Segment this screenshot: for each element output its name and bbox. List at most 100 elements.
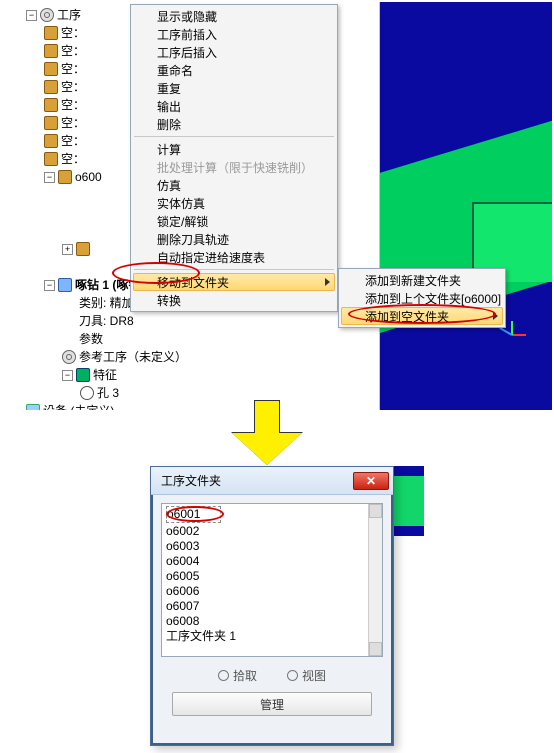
menu-label: 添加到空文件夹 — [365, 310, 449, 324]
menu-item-insert-before[interactable]: 工序前插入 — [133, 25, 335, 43]
tree-root-label: 工序 — [57, 6, 81, 24]
menu-item-compute[interactable]: 计算 — [133, 140, 335, 158]
process-icon — [40, 8, 54, 22]
tree-empty-label: 空： — [61, 150, 85, 168]
folder-icon — [76, 242, 90, 256]
menu-label: 自动指定进给速度表 — [157, 251, 265, 265]
menu-label: 重命名 — [157, 64, 193, 78]
collapse-icon[interactable]: − — [26, 10, 37, 21]
list-item[interactable]: o6005 — [166, 569, 378, 584]
scroll-down-icon[interactable] — [369, 642, 382, 656]
expand-icon[interactable]: + — [62, 244, 73, 255]
tree-device[interactable]: 设备 (未定义) — [10, 402, 379, 410]
folder-icon — [44, 44, 58, 58]
menu-item-autofeed[interactable]: 自动指定进给速度表 — [133, 248, 335, 266]
radio-view[interactable]: 视图 — [287, 667, 326, 684]
menu-label: 输出 — [157, 100, 181, 114]
tree-empty-label: 空： — [61, 24, 85, 42]
menu-item-output[interactable]: 输出 — [133, 97, 335, 115]
tree-refseq-label: 参考工序（未定义） — [79, 348, 187, 366]
folder-listbox[interactable]: o6001 o6002 o6003 o6004 o6005 o6006 o600… — [161, 503, 383, 657]
tree-hole[interactable]: 孔 3 — [10, 384, 379, 402]
menu-label: 仿真 — [157, 179, 181, 193]
list-item[interactable]: o6006 — [166, 584, 378, 599]
tree-empty-label: 空： — [61, 78, 85, 96]
list-item-label: o6001 — [167, 507, 200, 521]
list-item-label: o6004 — [166, 554, 199, 568]
tree-feature[interactable]: − 特征 — [10, 366, 379, 384]
collapse-icon[interactable]: − — [44, 280, 55, 291]
dialog-titlebar[interactable]: 工序文件夹 ✕ — [151, 467, 393, 495]
folder-icon — [44, 80, 58, 94]
folder-icon — [44, 134, 58, 148]
operation-icon — [58, 278, 72, 292]
list-item[interactable]: o6007 — [166, 599, 378, 614]
folder-icon — [44, 116, 58, 130]
menu-label: 删除 — [157, 118, 181, 132]
menu-item-simulate[interactable]: 仿真 — [133, 176, 335, 194]
tree-o600-label: o600 — [75, 168, 102, 186]
tree-tool[interactable]: 刀具: DR8 — [10, 312, 379, 330]
tree-empty-label: 空： — [61, 42, 85, 60]
close-button[interactable]: ✕ — [353, 472, 389, 490]
list-item[interactable]: o6001 — [166, 506, 221, 523]
tree-empty-label: 空： — [61, 60, 85, 78]
menu-label: 锁定/解锁 — [157, 215, 208, 229]
tree-feature-label: 特征 — [93, 366, 117, 384]
menu-label: 添加到上个文件夹[o6000] — [365, 292, 501, 306]
menu-separator — [134, 136, 334, 137]
menu-label: 工序后插入 — [157, 46, 217, 60]
tree-empty-label: 空： — [61, 96, 85, 114]
menu-label: 重复 — [157, 82, 181, 96]
radio-icon — [218, 670, 229, 681]
tree-refseq[interactable]: 参考工序（未定义） — [10, 348, 379, 366]
menu-label: 批处理计算（限于快速铣削） — [157, 161, 313, 175]
menu-label: 实体仿真 — [157, 197, 205, 211]
dialog-title: 工序文件夹 — [161, 472, 221, 489]
device-icon — [26, 404, 40, 410]
list-item-label: o6005 — [166, 569, 199, 583]
menu-label: 转换 — [157, 294, 181, 308]
tree-empty-label: 空： — [61, 132, 85, 150]
collapse-icon[interactable]: − — [44, 172, 55, 183]
menu-item-solid-simulate[interactable]: 实体仿真 — [133, 194, 335, 212]
radio-label: 视图 — [302, 667, 326, 684]
list-item-label: 工序文件夹 1 — [166, 629, 236, 643]
submenu-item-empty-folder[interactable]: 添加到空文件夹 — [341, 307, 503, 325]
menu-item-delete[interactable]: 删除 — [133, 115, 335, 133]
list-item-label: o6006 — [166, 584, 199, 598]
list-item[interactable]: o6003 — [166, 539, 378, 554]
tree-empty-label: 空： — [61, 114, 85, 132]
list-item[interactable]: 工序文件夹 1 — [166, 629, 378, 644]
menu-item-show-hide[interactable]: 显示或隐藏 — [133, 7, 335, 25]
button-label: 管理 — [260, 698, 284, 712]
menu-label: 删除刀具轨迹 — [157, 233, 229, 247]
menu-item-move-to-folder[interactable]: 移动到文件夹 — [133, 273, 335, 291]
submenu-item-new-folder[interactable]: 添加到新建文件夹 — [341, 271, 503, 289]
menu-label: 添加到新建文件夹 — [365, 274, 461, 288]
menu-item-duplicate[interactable]: 重复 — [133, 79, 335, 97]
gear-icon — [62, 350, 76, 364]
list-item[interactable]: o6004 — [166, 554, 378, 569]
menu-item-rename[interactable]: 重命名 — [133, 61, 335, 79]
collapse-icon[interactable]: − — [62, 370, 73, 381]
scroll-up-icon[interactable] — [369, 504, 382, 518]
menu-item-delete-toolpath[interactable]: 删除刀具轨迹 — [133, 230, 335, 248]
list-item-label: o6007 — [166, 599, 199, 613]
close-icon: ✕ — [366, 474, 376, 488]
radio-icon — [287, 670, 298, 681]
menu-item-insert-after[interactable]: 工序后插入 — [133, 43, 335, 61]
list-item[interactable]: o6002 — [166, 524, 378, 539]
tree-tool-label: 刀具: DR8 — [79, 312, 134, 330]
manage-button[interactable]: 管理 — [172, 692, 372, 716]
radio-pick[interactable]: 拾取 — [218, 667, 257, 684]
scrollbar[interactable] — [368, 504, 382, 656]
tree-hole-label: 孔 3 — [97, 384, 119, 402]
tree-params[interactable]: 参数 — [10, 330, 379, 348]
viewport-3d[interactable] — [372, 2, 552, 410]
menu-label: 移动到文件夹 — [157, 276, 229, 290]
submenu-item-last-folder[interactable]: 添加到上个文件夹[o6000] — [341, 289, 503, 307]
list-item[interactable]: o6008 — [166, 614, 378, 629]
menu-item-convert[interactable]: 转换 — [133, 291, 335, 309]
menu-item-lock[interactable]: 锁定/解锁 — [133, 212, 335, 230]
